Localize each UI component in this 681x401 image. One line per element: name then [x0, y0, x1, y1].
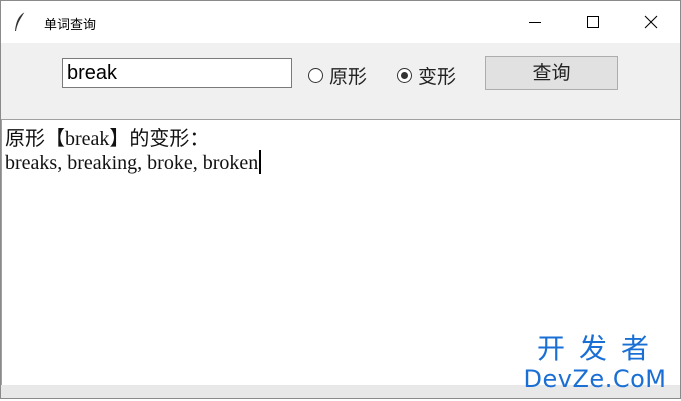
- word-input[interactable]: [62, 58, 292, 88]
- radio-inflected-label: 变形: [418, 65, 457, 88]
- result-forms-line: breaks, breaking, broke, broken: [5, 150, 262, 175]
- radio-checked-icon: [397, 67, 412, 83]
- app-window: 单词查询 原形 变形 查询 原: [0, 0, 681, 399]
- minimize-icon: [529, 22, 541, 23]
- maximize-icon: [587, 16, 599, 28]
- radio-inflected-form[interactable]: 变形: [397, 62, 456, 88]
- result-heading: 原形【break】的变形：: [5, 128, 210, 150]
- watermark-line-1: 开发者: [536, 332, 663, 365]
- radio-base-label: 原形: [329, 65, 368, 88]
- close-icon: [644, 15, 658, 29]
- title-bar: 单词查询: [1, 1, 680, 43]
- close-button[interactable]: [622, 1, 680, 43]
- search-toolbar: 原形 变形 查询: [1, 43, 680, 119]
- text-caret: [259, 150, 262, 174]
- result-forms: breaks, breaking, broke, broken: [5, 152, 259, 174]
- minimize-button[interactable]: [506, 1, 564, 43]
- query-button[interactable]: 查询: [485, 56, 618, 90]
- radio-base-form[interactable]: 原形: [308, 62, 367, 88]
- watermark-line-2: DevZe.CoM: [523, 365, 667, 393]
- window-title: 单词查询: [44, 18, 97, 33]
- feather-icon: [13, 11, 27, 33]
- watermark-logo: 开发者 DevZe.CoM: [520, 332, 670, 394]
- radio-unchecked-icon: [308, 67, 323, 83]
- maximize-button[interactable]: [564, 1, 622, 43]
